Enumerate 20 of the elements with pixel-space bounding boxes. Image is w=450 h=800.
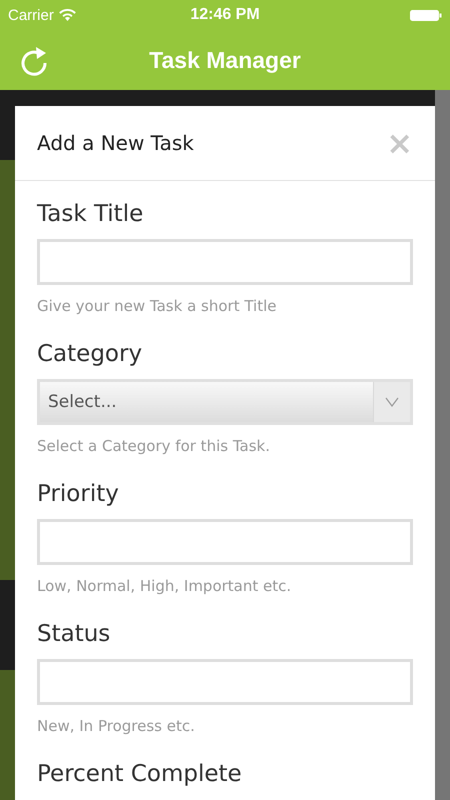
field-label: Priority — [37, 481, 120, 507]
nav-title: Task Manager — [149, 46, 301, 72]
field-label: Percent Complete — [37, 761, 243, 787]
dropdown-caret-icon — [385, 397, 399, 407]
carrier-label: Carrier — [8, 6, 54, 24]
status-time: 12:46 PM — [190, 6, 260, 23]
field-label: Category — [37, 341, 144, 367]
text-field[interactable] — [37, 239, 413, 285]
field-label: Status — [37, 621, 112, 647]
category-dropdown[interactable]: Select... — [37, 379, 413, 425]
text-field[interactable] — [37, 659, 413, 705]
modal-title: Add a New Task — [37, 131, 194, 155]
field-label: Task Title — [37, 201, 144, 227]
field-hint: New, In Progress etc. — [37, 717, 196, 735]
wifi-icon — [58, 9, 76, 21]
battery-icon — [410, 10, 442, 20]
field-hint: Low, Normal, High, Important etc. — [37, 577, 292, 595]
field-hint: Give your new Task a short Title — [37, 297, 278, 315]
field-hint: Select a Category for this Task. — [37, 437, 271, 455]
text-field[interactable] — [37, 519, 413, 565]
